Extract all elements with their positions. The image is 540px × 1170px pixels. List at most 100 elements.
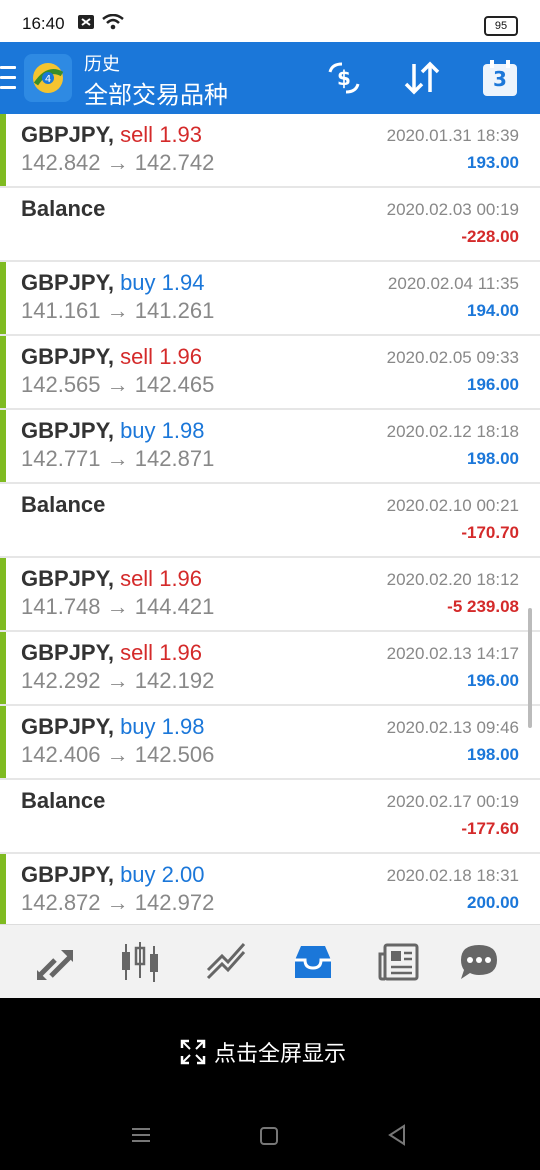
scrollbar[interactable] [528, 608, 532, 728]
open-price: 141.748 [21, 594, 101, 619]
trade-time: 2020.02.12 18:18 [386, 422, 519, 441]
trade-symbol: GBPJPY, [21, 344, 114, 369]
sort-icon[interactable] [402, 58, 442, 98]
trade-history-list[interactable]: GBPJPY, sell 1.93 142.842 → 142.742 2020.0… [0, 114, 540, 924]
arrow-right-icon: → [106, 298, 129, 323]
back-icon[interactable] [386, 1124, 408, 1146]
trade-volume: 2.00 [161, 862, 205, 887]
app-header: 4 历史 全部交易品种 $ 3 [0, 42, 540, 114]
currency-exchange-icon[interactable]: $ [324, 58, 364, 98]
history-icon[interactable] [291, 942, 335, 982]
trade-symbol: Balance [21, 196, 106, 221]
trade-row[interactable]: GBPJPY, buy 2.00 142.872 → 142.972 2020.02… [0, 854, 540, 924]
open-price: 142.406 [21, 742, 101, 767]
trade-profit: 193.00 [467, 153, 519, 172]
trade-symbol: GBPJPY, [21, 122, 114, 147]
trade-profit: 194.00 [467, 301, 519, 320]
trade-time: 2020.02.03 00:19 [386, 200, 519, 219]
trade-prices: 141.748 → 144.421 [21, 594, 214, 620]
trade-row[interactable]: Balance 2020.02.10 00:21 -170.70 [0, 484, 540, 558]
position-marker [0, 262, 6, 334]
chart-icon[interactable] [118, 942, 162, 982]
arrow-right-icon: → [106, 446, 129, 471]
position-marker [0, 336, 6, 408]
trade-row[interactable]: GBPJPY, sell 1.96 142.565 → 142.465 2020.0… [0, 336, 540, 410]
status-bar: 16:40 95 [0, 0, 540, 42]
close-price: 142.871 [134, 446, 215, 471]
trade-symbol: GBPJPY, [21, 566, 114, 591]
quotes-icon[interactable] [33, 942, 77, 982]
trade-side: buy [120, 714, 156, 739]
open-price: 142.565 [21, 372, 101, 397]
position-marker [0, 114, 6, 186]
recent-apps-icon[interactable] [130, 1126, 152, 1144]
news-icon[interactable] [377, 942, 421, 982]
trade-time: 2020.02.05 09:33 [386, 348, 519, 367]
trade-time: 2020.02.18 18:31 [386, 866, 519, 885]
trade-symbol-line: Balance [21, 196, 105, 222]
trade-symbol-line: GBPJPY, buy 1.94 [21, 270, 205, 296]
trade-side: buy [120, 418, 156, 443]
expand-icon [180, 1039, 206, 1065]
trade-profit: -177.60 [461, 819, 519, 838]
calendar-icon[interactable]: 3 [480, 58, 520, 98]
trade-time: 2020.01.31 18:39 [386, 126, 519, 145]
trade-row[interactable]: GBPJPY, sell 1.96 141.748 → 144.421 2020.0… [0, 558, 540, 632]
trade-symbol-line: GBPJPY, buy 1.98 [21, 418, 205, 444]
home-icon[interactable] [259, 1126, 279, 1146]
close-price: 144.421 [134, 594, 215, 619]
header-subtitle[interactable]: 全部交易品种 [84, 75, 228, 110]
trade-time: 2020.02.04 11:35 [387, 274, 519, 293]
trade-row[interactable]: GBPJPY, sell 1.93 142.842 → 142.742 2020.0… [0, 114, 540, 188]
trade-symbol-line: GBPJPY, sell 1.96 [21, 566, 202, 592]
status-icons [78, 14, 124, 30]
arrow-right-icon: → [106, 372, 129, 397]
arrow-right-icon: → [106, 742, 129, 767]
trade-profit: 198.00 [467, 449, 519, 468]
trade-time: 2020.02.10 00:21 [386, 496, 519, 515]
trade-profit: 196.00 [467, 375, 519, 394]
trade-prices: 141.161 → 141.261 [21, 298, 214, 324]
metatrader-logo: 4 [24, 54, 72, 102]
trade-side: sell [120, 640, 154, 665]
system-navigation-bar [0, 1098, 540, 1170]
fullscreen-button[interactable]: 点击全屏显示 [180, 1036, 346, 1068]
trade-symbol-line: GBPJPY, sell 1.96 [21, 344, 202, 370]
close-price: 142.465 [134, 372, 215, 397]
trade-symbol: GBPJPY, [21, 270, 114, 295]
chat-icon[interactable] [457, 942, 501, 982]
trade-profit: 200.00 [467, 893, 519, 912]
close-price: 141.261 [134, 298, 215, 323]
trade-row[interactable]: GBPJPY, sell 1.96 142.292 → 142.192 2020.0… [0, 632, 540, 706]
menu-icon[interactable] [0, 66, 16, 90]
trade-symbol: GBPJPY, [21, 714, 114, 739]
trade-side: sell [120, 122, 154, 147]
bottom-navigation [0, 924, 540, 999]
trade-side: buy [120, 862, 156, 887]
wifi-icon [102, 14, 124, 30]
trade-profit: -170.70 [461, 523, 519, 542]
trade-symbol-line: GBPJPY, buy 1.98 [21, 714, 205, 740]
trade-profit: -5 239.08 [447, 597, 519, 616]
trade-volume: 1.94 [161, 270, 205, 295]
trade-symbol: GBPJPY, [21, 418, 114, 443]
trade-prices: 142.292 → 142.192 [21, 668, 214, 694]
arrow-right-icon: → [106, 890, 129, 915]
trade-volume: 1.98 [161, 418, 205, 443]
position-marker [0, 706, 6, 778]
trade-row[interactable]: GBPJPY, buy 1.98 142.771 → 142.871 2020.02… [0, 410, 540, 484]
battery-indicator: 95 [484, 16, 518, 36]
trade-row[interactable]: Balance 2020.02.03 00:19 -228.00 [0, 188, 540, 262]
trade-row[interactable]: GBPJPY, buy 1.94 141.161 → 141.261 2020.02… [0, 262, 540, 336]
trade-symbol: GBPJPY, [21, 862, 114, 887]
trade-icon[interactable] [204, 942, 248, 982]
trade-symbol-line: Balance [21, 788, 105, 814]
trade-side: buy [120, 270, 156, 295]
trade-time: 2020.02.13 14:17 [386, 644, 519, 663]
open-price: 142.292 [21, 668, 101, 693]
trade-row[interactable]: GBPJPY, buy 1.98 142.406 → 142.506 2020.02… [0, 706, 540, 780]
trade-row[interactable]: Balance 2020.02.17 00:19 -177.60 [0, 780, 540, 854]
position-marker [0, 854, 6, 924]
header-title: 历史 [84, 54, 120, 75]
open-price: 142.771 [21, 446, 101, 471]
